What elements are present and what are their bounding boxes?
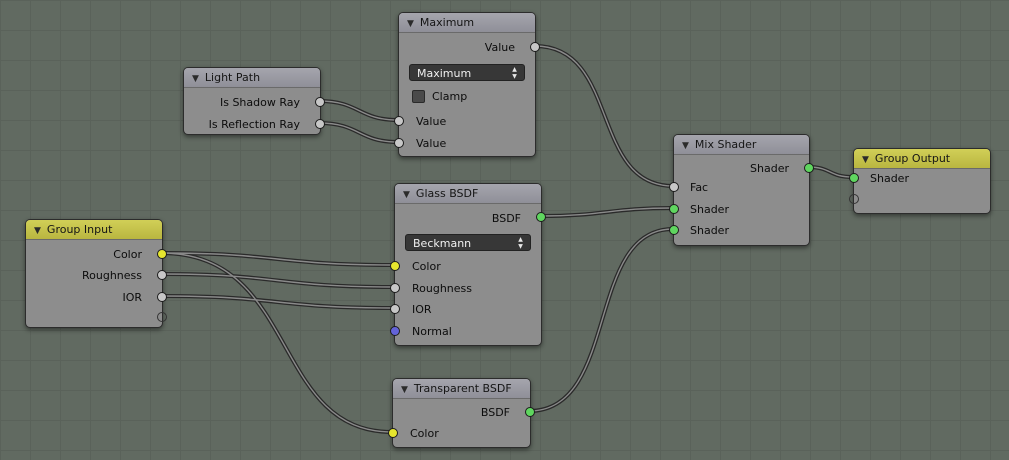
group-output-node[interactable]: ▼ Group Output Shader bbox=[849, 148, 991, 214]
link-transparent-to-shader2 bbox=[527, 227, 675, 413]
triangle-down-icon[interactable]: ▼ bbox=[862, 155, 869, 165]
link-roughness-to-glass-roughness bbox=[159, 272, 396, 289]
triangle-down-icon[interactable]: ▼ bbox=[192, 74, 199, 84]
updown-arrows-icon: ▲▼ bbox=[511, 66, 518, 80]
operation-value: Maximum bbox=[417, 67, 472, 80]
node-title: Mix Shader bbox=[694, 138, 757, 151]
output-socket-bsdf[interactable] bbox=[536, 212, 546, 222]
input-socket-normal[interactable] bbox=[390, 326, 400, 336]
output-label-value: Value bbox=[484, 41, 515, 54]
clamp-label: Clamp bbox=[432, 90, 468, 103]
input-socket-color[interactable] bbox=[390, 261, 400, 271]
triangle-down-icon[interactable]: ▼ bbox=[401, 385, 408, 395]
link-color-to-glass-color bbox=[159, 251, 396, 267]
output-socket-empty[interactable] bbox=[157, 312, 167, 322]
node-title: Group Output bbox=[874, 152, 951, 165]
node-title: Maximum bbox=[419, 16, 475, 29]
group-input-node[interactable]: ▼ Group Input Color Roughness IOR bbox=[25, 219, 167, 328]
output-label-color: Color bbox=[113, 248, 142, 261]
node-title: Group Input bbox=[46, 223, 113, 236]
triangle-down-icon[interactable]: ▼ bbox=[403, 190, 410, 200]
output-socket-is-reflection-ray[interactable] bbox=[315, 119, 325, 129]
output-socket-color[interactable] bbox=[157, 249, 167, 259]
updown-arrows-icon: ▲▼ bbox=[517, 236, 524, 250]
node-title: Glass BSDF bbox=[415, 187, 479, 200]
output-label-ior: IOR bbox=[122, 291, 142, 304]
glass-bsdf-node[interactable]: ▼ Glass BSDF BSDF Beckmann ▲▼ Color Rough… bbox=[390, 183, 546, 346]
distribution-value: Beckmann bbox=[413, 237, 472, 250]
output-label-bsdf: BSDF bbox=[491, 212, 521, 225]
node-title: Light Path bbox=[204, 71, 261, 84]
input-label-normal: Normal bbox=[412, 325, 452, 338]
input-label-roughness: Roughness bbox=[412, 282, 473, 295]
input-socket-ior[interactable] bbox=[390, 304, 400, 314]
clamp-checkbox[interactable] bbox=[412, 90, 425, 103]
input-socket-shader-1[interactable] bbox=[669, 204, 679, 214]
operation-dropdown[interactable]: Maximum ▲▼ bbox=[409, 64, 525, 81]
input-socket-shader[interactable] bbox=[849, 173, 859, 183]
link-mix-to-output bbox=[806, 165, 855, 179]
input-label-color: Color bbox=[412, 260, 441, 273]
output-label-roughness: Roughness bbox=[81, 269, 142, 282]
maximum-node[interactable]: ▼ Maximum Value Maximum ▲▼ Clamp Value Va… bbox=[394, 12, 540, 157]
output-socket-ior[interactable] bbox=[157, 292, 167, 302]
input-label-shader-2: Shader bbox=[690, 224, 729, 237]
input-label-value-1: Value bbox=[416, 115, 447, 128]
link-color-to-transparent-color bbox=[159, 251, 394, 434]
node-title: Transparent BSDF bbox=[413, 382, 512, 395]
input-socket-value-2[interactable] bbox=[394, 138, 404, 148]
input-socket-roughness[interactable] bbox=[390, 283, 400, 293]
node-header[interactable]: ▼ Mix Shader bbox=[674, 135, 809, 155]
node-header[interactable]: ▼ Maximum bbox=[399, 13, 535, 33]
input-socket-color[interactable] bbox=[388, 428, 398, 438]
input-socket-value-1[interactable] bbox=[394, 116, 404, 126]
triangle-down-icon[interactable]: ▼ bbox=[407, 19, 414, 29]
output-label-bsdf: BSDF bbox=[480, 406, 510, 419]
output-socket-value[interactable] bbox=[530, 42, 540, 52]
link-glass-to-shader1 bbox=[538, 206, 675, 218]
output-label-is-shadow-ray: Is Shadow Ray bbox=[219, 96, 300, 109]
input-label-color: Color bbox=[410, 427, 439, 440]
input-label-shader-1: Shader bbox=[690, 203, 729, 216]
node-header[interactable]: ▼ Glass BSDF bbox=[395, 184, 541, 204]
node-header[interactable]: ▼ Group Output bbox=[854, 149, 990, 169]
output-label-is-reflection-ray: Is Reflection Ray bbox=[208, 118, 300, 131]
input-label-shader: Shader bbox=[870, 172, 909, 185]
input-label-value-2: Value bbox=[416, 137, 447, 150]
input-socket-empty[interactable] bbox=[849, 194, 859, 204]
link-reflection-to-value2 bbox=[317, 121, 400, 144]
link-shadow-to-value1 bbox=[317, 99, 400, 122]
output-label-shader: Shader bbox=[750, 162, 789, 175]
triangle-down-icon[interactable]: ▼ bbox=[682, 141, 689, 151]
node-header[interactable]: ▼ Transparent BSDF bbox=[393, 379, 530, 399]
light-path-node[interactable]: ▼ Light Path Is Shadow Ray Is Reflection … bbox=[183, 67, 325, 135]
link-ior-to-glass-ior bbox=[159, 294, 396, 310]
mix-shader-node[interactable]: ▼ Mix Shader Shader Fac Shader Shader bbox=[669, 134, 814, 246]
input-socket-shader-2[interactable] bbox=[669, 225, 679, 235]
link-maximum-to-fac bbox=[533, 44, 675, 188]
input-label-fac: Fac bbox=[690, 181, 709, 194]
input-socket-fac[interactable] bbox=[669, 182, 679, 192]
output-socket-roughness[interactable] bbox=[157, 270, 167, 280]
output-socket-bsdf[interactable] bbox=[525, 407, 535, 417]
input-label-ior: IOR bbox=[412, 303, 432, 316]
node-header[interactable]: ▼ Light Path bbox=[184, 68, 320, 88]
output-socket-is-shadow-ray[interactable] bbox=[315, 97, 325, 107]
transparent-bsdf-node[interactable]: ▼ Transparent BSDF BSDF Color bbox=[388, 378, 535, 448]
triangle-down-icon[interactable]: ▼ bbox=[34, 226, 41, 236]
node-header[interactable]: ▼ Group Input bbox=[26, 220, 162, 240]
output-socket-shader[interactable] bbox=[804, 163, 814, 173]
distribution-dropdown[interactable]: Beckmann ▲▼ bbox=[405, 234, 531, 251]
